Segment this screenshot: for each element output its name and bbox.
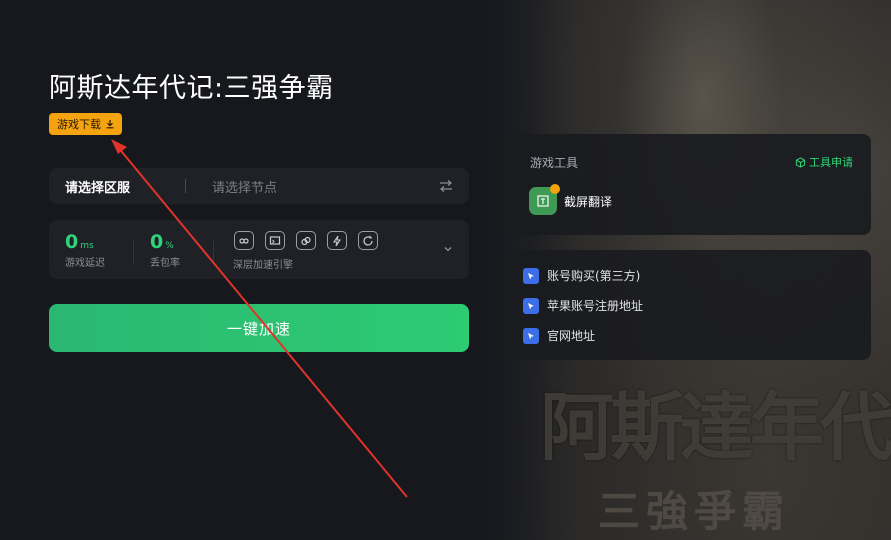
app-window: 阿斯達年代記 三強爭霸 阿斯达年代记:三强争霸 游戏下载 请选择区服 请选择节点… [0, 0, 891, 540]
background-art-subtitle: 三強爭霸 [598, 487, 791, 536]
link-cursor-icon [523, 327, 539, 344]
packet-loss-stat: 0% 丢包率 [150, 231, 180, 269]
link-cursor-icon [523, 267, 539, 284]
stat-divider [133, 240, 134, 264]
link-item-label: 官网地址 [547, 329, 596, 343]
link-item-official-site[interactable]: 官网地址 [523, 327, 595, 344]
loop-icon[interactable] [234, 231, 254, 250]
external-links-panel: 账号购买(第三方) 苹果账号注册地址 官网地址 [509, 250, 871, 360]
packet-loss-label: 丢包率 [150, 258, 180, 269]
link-item-apple-register[interactable]: 苹果账号注册地址 [523, 297, 643, 314]
swap-icon[interactable] [439, 179, 453, 193]
download-icon [106, 120, 114, 129]
tool-apply-link[interactable]: 工具申请 [795, 154, 853, 170]
game-download-label: 游戏下载 [57, 118, 101, 131]
region-node-selector: 请选择区服 请选择节点 [49, 168, 469, 204]
latency-label: 游戏延迟 [65, 258, 105, 269]
game-title: 阿斯达年代记:三强争霸 [49, 73, 334, 104]
packet-loss-unit: % [165, 241, 174, 251]
accelerate-label: 一键加速 [226, 319, 291, 338]
tool-item-screenshot-translate[interactable]: 截屏翻译 [529, 184, 613, 215]
screen-icon[interactable] [265, 231, 285, 250]
link-item-account-purchase[interactable]: 账号购买(第三方) [523, 267, 640, 284]
cube-icon [795, 156, 806, 168]
latency-unit: ms [80, 241, 94, 251]
link-cursor-icon [523, 297, 539, 314]
tool-item-label: 截屏翻译 [564, 194, 613, 209]
one-click-accelerate-button[interactable]: 一键加速 [49, 304, 469, 352]
link-item-label: 账号购买(第三方) [547, 269, 641, 283]
stat-divider [213, 240, 214, 264]
engine-icon-row [234, 231, 378, 250]
packet-loss-value: 0 [150, 231, 164, 253]
new-dot [550, 184, 560, 194]
acceleration-stats-panel: 0 ms 游戏延迟 0% 丢包率 深层加速引擎 [49, 220, 469, 279]
latency-value: 0 [65, 231, 79, 253]
chevron-down-icon[interactable] [443, 244, 453, 254]
game-tools-panel: 游戏工具 工具申请 截屏翻译 [509, 134, 871, 235]
bolt-icon[interactable] [327, 231, 347, 250]
background-art-title: 阿斯達年代記 [540, 385, 891, 471]
node-select[interactable]: 请选择节点 [186, 177, 439, 196]
refresh-icon[interactable] [358, 231, 378, 250]
latency-stat: 0 ms 游戏延迟 [65, 231, 105, 269]
link-item-label: 苹果账号注册地址 [547, 299, 644, 313]
game-download-button[interactable]: 游戏下载 [49, 113, 122, 135]
tools-title: 游戏工具 [530, 156, 579, 170]
tool-apply-label: 工具申请 [809, 156, 853, 169]
region-select[interactable]: 请选择区服 [49, 177, 185, 196]
engine-label: 深层加速引擎 [233, 260, 293, 271]
screenshot-translate-icon [529, 184, 560, 215]
link-icon[interactable] [296, 231, 316, 250]
